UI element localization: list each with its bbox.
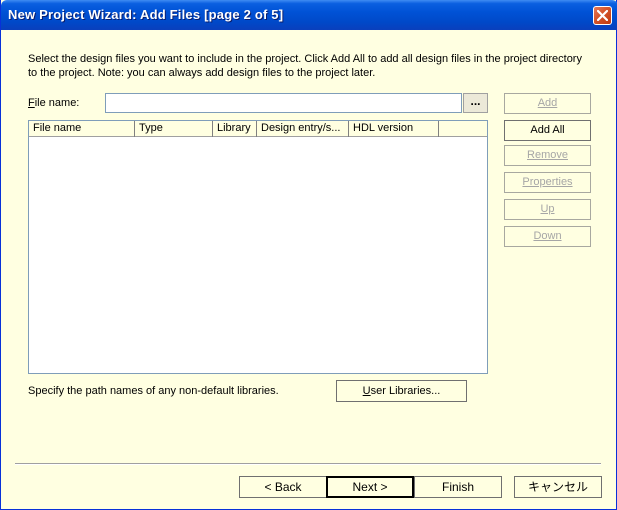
column-header-empty	[439, 121, 487, 137]
file-name-label: File name:	[28, 97, 80, 109]
remove-button[interactable]: Remove	[504, 145, 591, 166]
column-header-type[interactable]: Type	[135, 121, 213, 137]
add-all-button[interactable]: Add All	[504, 120, 591, 141]
column-header-design-entry[interactable]: Design entry/s...	[257, 121, 349, 137]
column-header-file-name[interactable]: File name	[29, 121, 135, 137]
column-header-hdl-version[interactable]: HDL version	[349, 121, 439, 137]
browse-button[interactable]: ...	[463, 93, 488, 113]
file-name-input[interactable]	[105, 93, 462, 113]
footer-separator	[15, 463, 601, 465]
user-libraries-button[interactable]: User Libraries...	[336, 380, 467, 402]
column-header-library[interactable]: Library	[213, 121, 257, 137]
add-button[interactable]: Add	[504, 93, 591, 114]
down-button[interactable]: Down	[504, 226, 591, 247]
title-bar[interactable]: New Project Wizard: Add Files [page 2 of…	[1, 0, 617, 30]
library-path-note: Specify the path names of any non-defaul…	[28, 385, 279, 397]
add-files-dialog: New Project Wizard: Add Files [page 2 of…	[0, 0, 617, 510]
close-icon	[597, 10, 608, 21]
up-button[interactable]: Up	[504, 199, 591, 220]
files-table[interactable]: File name Type Library Design entry/s...…	[28, 120, 488, 374]
window-title: New Project Wizard: Add Files [page 2 of…	[8, 7, 284, 22]
finish-button[interactable]: Finish	[414, 476, 502, 498]
back-button[interactable]: < Back	[239, 476, 327, 498]
instructions-text: Select the design files you want to incl…	[28, 53, 582, 79]
cancel-button[interactable]: キャンセル	[514, 476, 602, 498]
files-table-header: File name Type Library Design entry/s...…	[29, 121, 487, 137]
properties-button[interactable]: Properties	[504, 172, 591, 193]
next-button[interactable]: Next >	[326, 476, 414, 498]
close-button[interactable]	[593, 6, 612, 25]
